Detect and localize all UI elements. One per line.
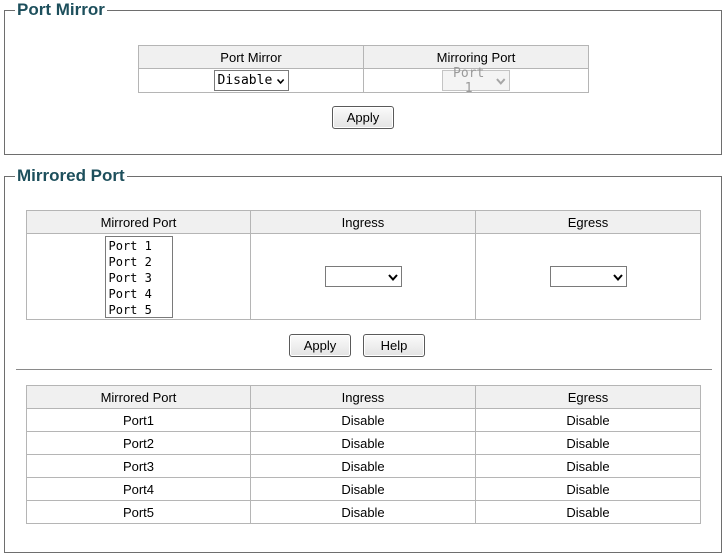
mirrored-port-panel: Mirrored Port Mirrored Port Ingress Egre… <box>4 165 722 553</box>
cell-egress: Disable <box>475 454 701 478</box>
port-mirror-title: Port Mirror <box>15 0 107 21</box>
chevron-down-icon <box>277 78 285 84</box>
header-mirrored-port: Mirrored Port <box>26 385 251 409</box>
cell-egress: Disable <box>475 500 701 524</box>
cell-port: Port3 <box>26 454 251 478</box>
header-egress: Egress <box>475 385 701 409</box>
port-mirror-mode-value: Disable <box>217 73 273 88</box>
ingress-select[interactable] <box>324 266 402 287</box>
cell-egress: Disable <box>475 477 701 501</box>
table-row: Port5 Disable Disable <box>26 500 701 524</box>
mirroring-port-select[interactable]: Port 1 <box>442 66 510 96</box>
egress-select[interactable] <box>549 266 627 287</box>
list-item[interactable]: Port 5 <box>109 302 172 318</box>
cell-port: Port1 <box>26 408 251 432</box>
mirrored-port-status-table: Mirrored Port Ingress Egress Port1 Disab… <box>26 385 701 524</box>
mirrored-port-title: Mirrored Port <box>15 165 127 187</box>
cell-ingress: Disable <box>250 454 476 478</box>
header-mirrored-port: Mirrored Port <box>26 210 251 234</box>
cell-ingress: Disable <box>250 431 476 455</box>
port-mirror-mode-select[interactable]: Disable <box>213 70 289 91</box>
header-port-mirror: Port Mirror <box>138 45 364 69</box>
chevron-down-icon <box>387 273 398 281</box>
help-button[interactable]: Help <box>363 334 425 357</box>
section-divider <box>16 369 712 370</box>
cell-ingress: Disable <box>250 408 476 432</box>
list-item[interactable]: Port 1 <box>109 238 172 254</box>
mirrored-port-apply-button[interactable]: Apply <box>289 334 351 357</box>
cell-ingress: Disable <box>250 477 476 501</box>
cell-ingress: Disable <box>250 500 476 524</box>
header-ingress: Ingress <box>250 385 476 409</box>
cell-egress: Disable <box>475 408 701 432</box>
table-row: Port3 Disable Disable <box>26 454 701 478</box>
list-item[interactable]: Port 4 <box>109 286 172 302</box>
table-row: Port1 Disable Disable <box>26 408 701 432</box>
chevron-down-icon <box>496 77 506 85</box>
cell-port: Port5 <box>26 500 251 524</box>
list-item[interactable]: Port 2 <box>109 254 172 270</box>
list-item[interactable]: Port 3 <box>109 270 172 286</box>
port-mirror-panel: Port Mirror Port Mirror Mirroring Port D… <box>4 0 722 155</box>
cell-port: Port4 <box>26 477 251 501</box>
cell-port: Port2 <box>26 431 251 455</box>
mirrored-port-listbox[interactable]: Port 1 Port 2 Port 3 Port 4 Port 5 <box>104 235 173 318</box>
chevron-down-icon <box>612 273 623 281</box>
table-row: Port4 Disable Disable <box>26 477 701 501</box>
port-mirror-table: Port Mirror Mirroring Port Disable Port … <box>138 45 589 96</box>
cell-egress: Disable <box>475 431 701 455</box>
mirrored-port-config-table: Mirrored Port Ingress Egress Port 1 Port… <box>26 210 701 320</box>
header-egress: Egress <box>475 210 701 234</box>
table-row: Port2 Disable Disable <box>26 431 701 455</box>
port-mirror-apply-button[interactable]: Apply <box>332 106 394 129</box>
header-ingress: Ingress <box>250 210 476 234</box>
mirroring-port-value: Port 1 <box>453 65 485 96</box>
